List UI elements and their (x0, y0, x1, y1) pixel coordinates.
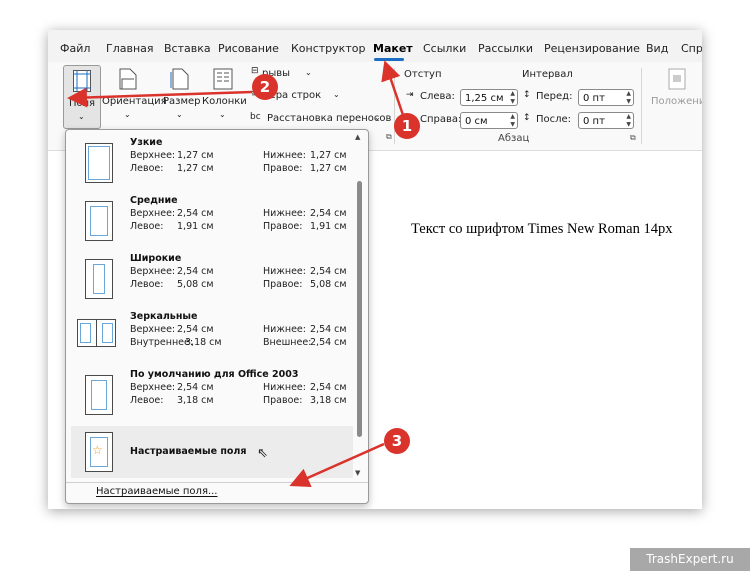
callout-badge-2: 2 (252, 74, 278, 100)
annotation-arrows (67, 60, 406, 488)
arrow-3 (289, 442, 385, 488)
callout-badge-3: 3 (384, 428, 410, 454)
watermark: TrashExpert.ru (630, 548, 750, 571)
arrow-1 (381, 60, 406, 119)
callout-badge-1: 1 (394, 113, 420, 139)
arrow-2 (67, 87, 253, 108)
